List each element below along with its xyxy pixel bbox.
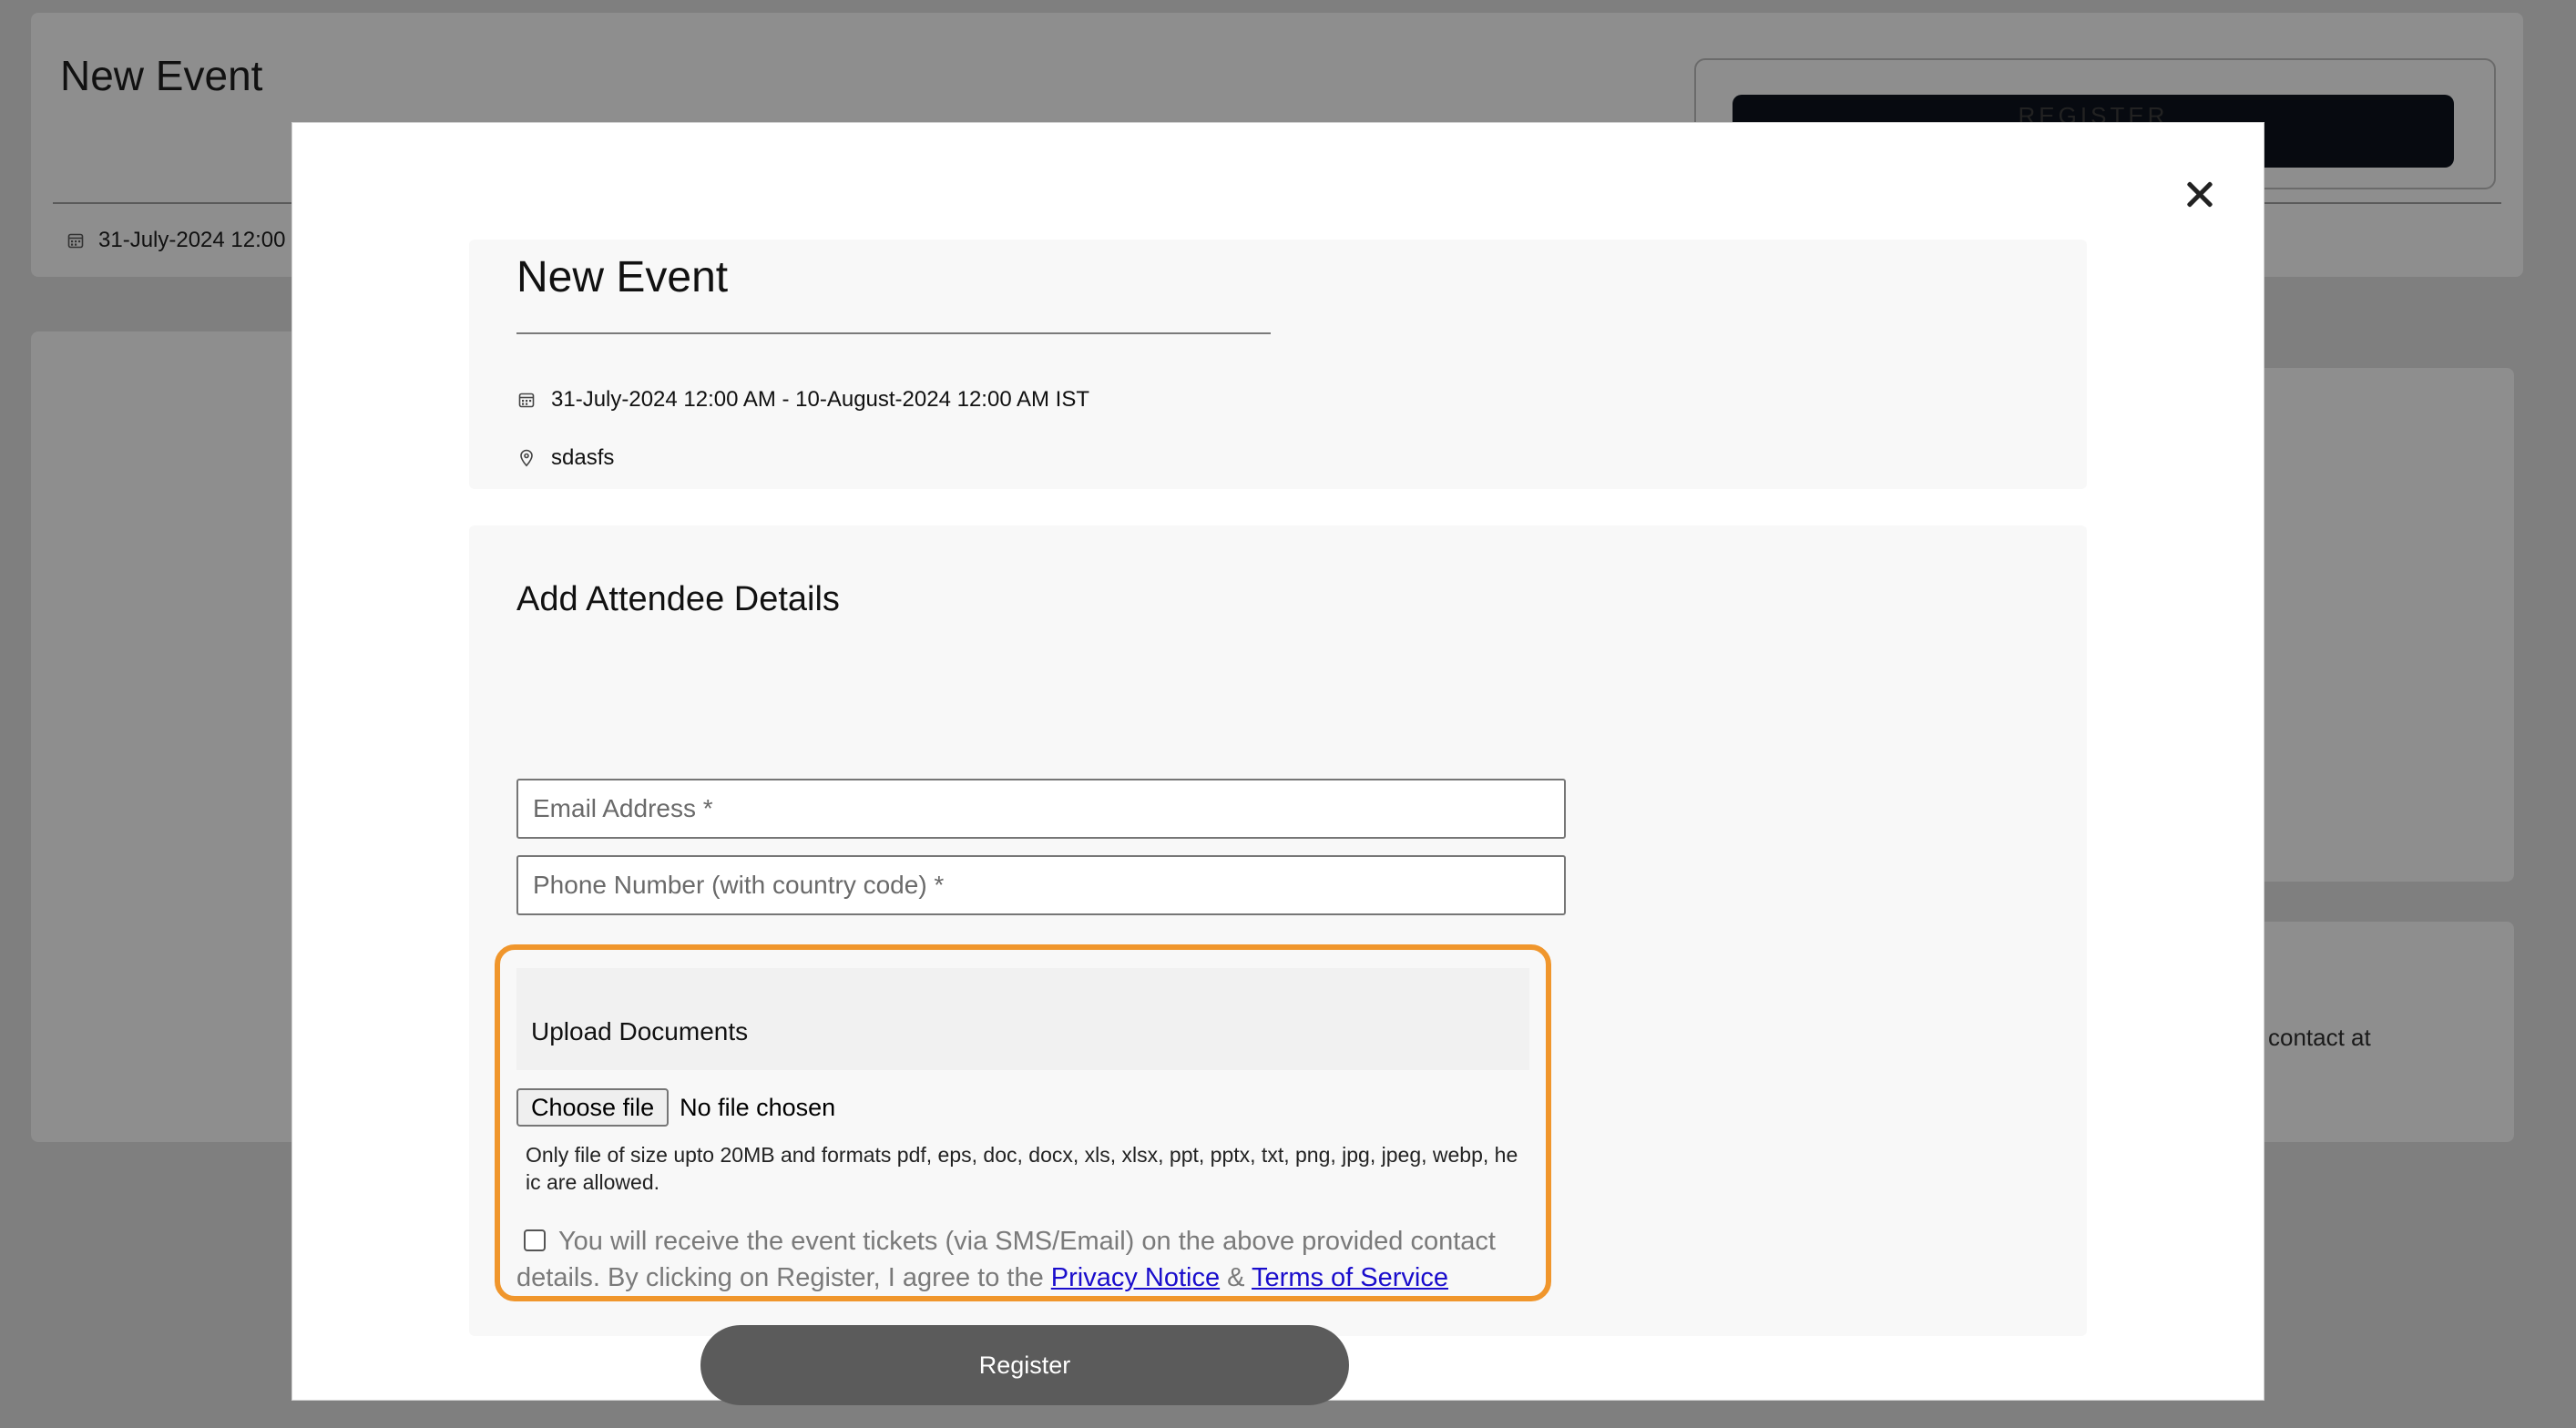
terms-of-service-link[interactable]: Terms of Service xyxy=(1252,1263,1448,1292)
calendar-icon xyxy=(66,230,86,250)
email-input[interactable] xyxy=(516,779,1566,839)
registration-modal: New Event 31-July-2024 12:00 AM - 10-Aug… xyxy=(291,122,2264,1405)
phone-input[interactable] xyxy=(516,855,1566,915)
upload-requirements-note: Only file of size upto 20MB and formats … xyxy=(526,1143,1518,1194)
calendar-icon xyxy=(516,390,537,410)
background-date: 31-July-2024 12:00 xyxy=(66,228,285,253)
background-contact-text: contact at xyxy=(2268,1024,2371,1051)
event-datetime-row: 31-July-2024 12:00 AM - 10-August-2024 1… xyxy=(516,387,1089,413)
attendee-section-title: Add Attendee Details xyxy=(516,580,840,618)
register-button[interactable]: Register xyxy=(700,1325,1349,1405)
consent-separator: & xyxy=(1227,1263,1245,1292)
event-datetime: 31-July-2024 12:00 AM - 10-August-2024 1… xyxy=(551,387,1090,412)
event-location: sdasfs xyxy=(551,445,615,470)
file-input-row: Choose file No file chosen xyxy=(516,1088,835,1127)
consent-block: You will receive the event tickets (via … xyxy=(516,1223,1537,1296)
background-date-text: 31-July-2024 12:00 xyxy=(98,228,286,252)
close-icon[interactable] xyxy=(2172,167,2227,221)
event-info-panel: New Event 31-July-2024 12:00 AM - 10-Aug… xyxy=(469,240,2087,489)
file-status: No file chosen xyxy=(680,1093,836,1121)
upload-documents-header: Upload Documents xyxy=(516,968,1529,1070)
event-location-row: sdasfs xyxy=(516,445,614,471)
consent-checkbox[interactable] xyxy=(524,1229,546,1251)
background-page-title: New Event xyxy=(60,52,263,99)
privacy-notice-link[interactable]: Privacy Notice xyxy=(1051,1263,1220,1292)
choose-file-button[interactable]: Choose file xyxy=(516,1088,670,1127)
attendee-form-panel: Add Attendee Details Upload Documents Ch… xyxy=(469,525,2087,1405)
event-title-divider xyxy=(516,332,1271,334)
upload-documents-title: Upload Documents xyxy=(531,1017,749,1046)
location-pin-icon xyxy=(516,448,537,468)
event-title: New Event xyxy=(516,253,729,301)
